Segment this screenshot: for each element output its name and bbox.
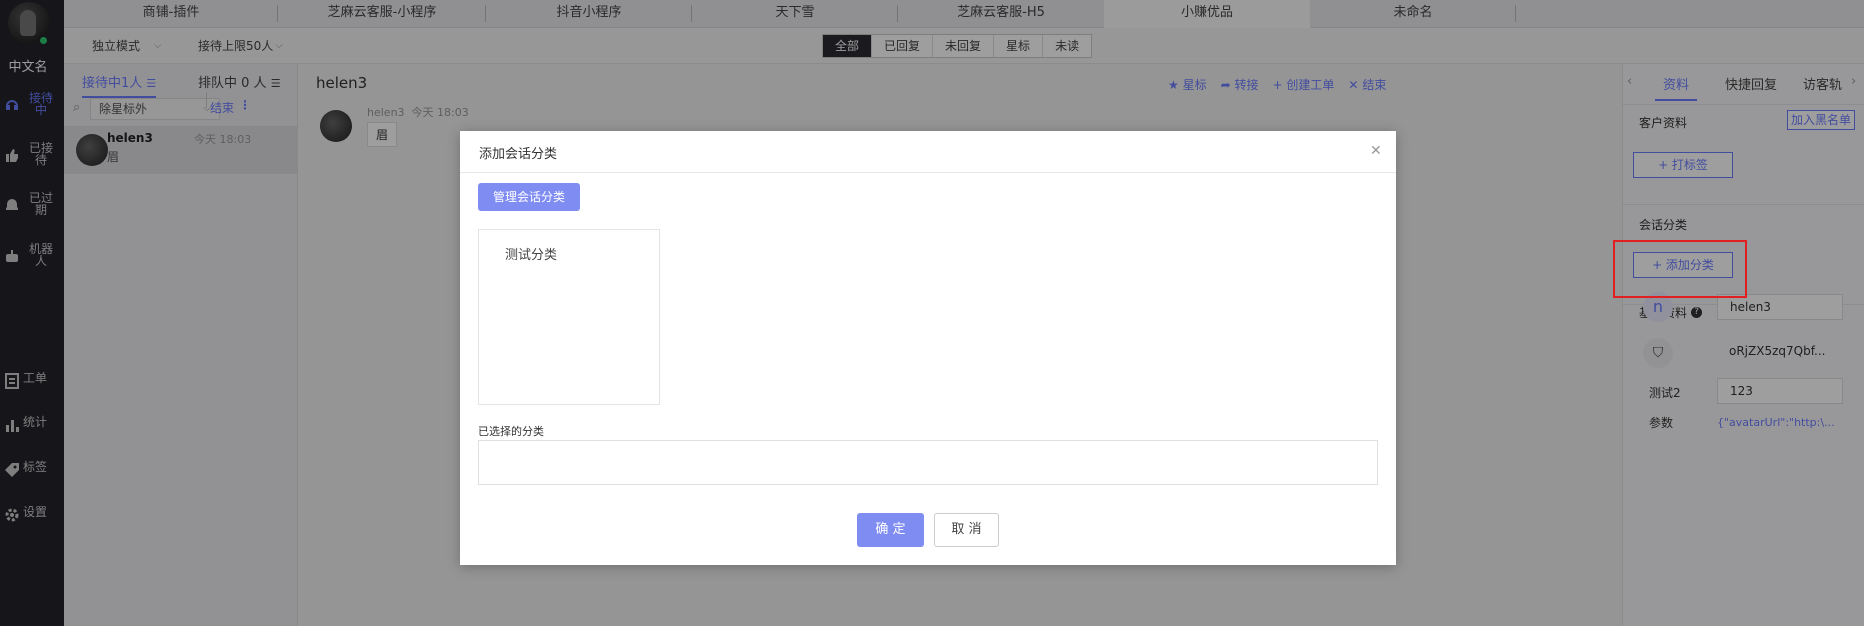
dialog-title: 添加会话分类	[479, 147, 558, 162]
cancel-button[interactable]: 取 消	[934, 513, 999, 547]
close-icon[interactable]: ✕	[1370, 143, 1382, 159]
manage-category-button[interactable]: 管理会话分类	[478, 183, 580, 211]
category-item[interactable]: 测试分类	[505, 244, 557, 263]
highlight-box	[1613, 240, 1747, 298]
add-category-dialog: 添加会话分类 ✕ 管理会话分类 测试分类 已选择的分类 确 定 取 消	[460, 131, 1396, 565]
selected-category-box[interactable]	[478, 440, 1378, 485]
category-list: 测试分类	[478, 229, 660, 405]
selected-label: 已选择的分类	[478, 425, 544, 438]
dialog-header: 添加会话分类 ✕	[460, 131, 1396, 173]
confirm-button[interactable]: 确 定	[857, 513, 924, 547]
